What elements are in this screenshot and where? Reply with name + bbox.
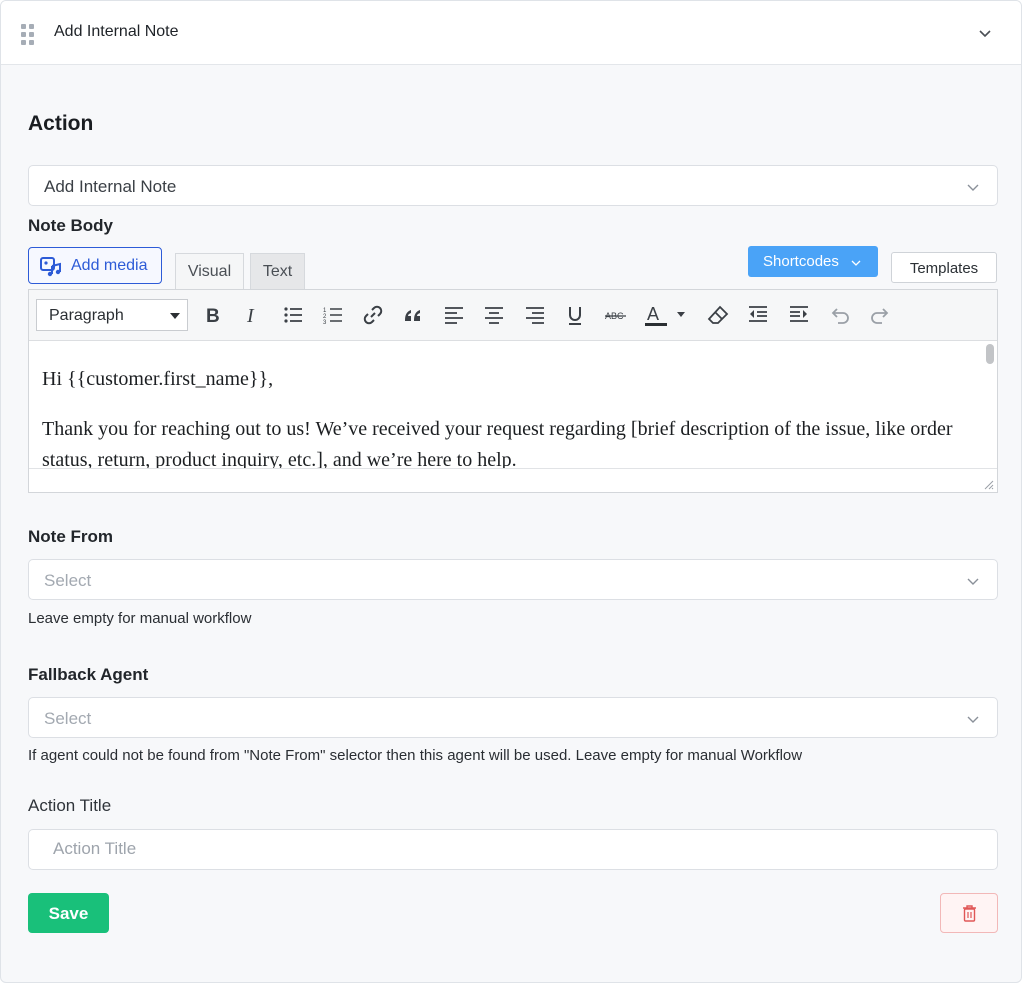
bullet-list-icon[interactable] (282, 304, 304, 326)
drag-handle-icon[interactable] (21, 24, 37, 45)
note-from-label: Note From (28, 527, 113, 546)
shortcodes-label: Shortcodes (763, 253, 839, 270)
chevron-down-icon (966, 180, 980, 194)
align-left-icon[interactable] (443, 304, 465, 326)
shortcodes-button[interactable]: Shortcodes (748, 246, 878, 277)
media-icon (40, 257, 62, 277)
numbered-list-icon[interactable]: 123 (322, 304, 344, 326)
link-icon[interactable] (362, 304, 384, 326)
clear-formatting-icon[interactable] (707, 304, 729, 326)
editor-status-bar (29, 468, 997, 492)
tab-visual[interactable]: Visual (175, 253, 244, 289)
italic-icon[interactable]: I (242, 304, 264, 327)
text-color-icon[interactable]: A (645, 304, 685, 326)
action-select[interactable]: Add Internal Note (28, 165, 998, 206)
svg-text:I: I (246, 305, 255, 326)
editor-paragraph: Hi {{customer.first_name}}, (42, 368, 274, 390)
action-title-field[interactable] (28, 829, 998, 870)
strikethrough-icon[interactable]: ABC (605, 304, 627, 326)
resize-handle-icon[interactable] (982, 477, 994, 490)
chevron-down-icon (966, 574, 980, 588)
add-media-button[interactable]: Add media (28, 247, 162, 284)
editor-content[interactable]: Hi {{customer.first_name}}, Thank you fo… (29, 342, 981, 468)
underline-icon[interactable] (564, 304, 586, 326)
undo-icon[interactable] (829, 304, 851, 326)
indent-icon[interactable] (788, 304, 810, 326)
panel-title: Add Internal Note (54, 23, 179, 40)
format-select-value: Paragraph (49, 307, 124, 324)
rich-text-editor: Paragraph B I 123 ABC A Hi {{customer.fi… (28, 289, 998, 493)
format-select[interactable]: Paragraph (36, 299, 188, 331)
align-center-icon[interactable] (483, 304, 505, 326)
svg-text:B: B (206, 306, 220, 326)
bold-icon[interactable]: B (202, 304, 224, 327)
note-from-placeholder: Select (44, 571, 92, 590)
editor-paragraph: Thank you for reaching out to us! We’ve … (42, 418, 953, 468)
caret-down-icon (170, 313, 180, 319)
outdent-icon[interactable] (747, 304, 769, 326)
save-button[interactable]: Save (28, 893, 109, 933)
action-select-value: Add Internal Note (44, 177, 177, 196)
note-from-select[interactable]: Select (28, 559, 998, 600)
panel-header[interactable]: Add Internal Note (1, 1, 1021, 65)
trash-icon (962, 905, 977, 922)
delete-button[interactable] (940, 893, 998, 933)
action-title-input[interactable] (53, 839, 953, 859)
add-media-label: Add media (71, 257, 148, 274)
blockquote-icon[interactable] (402, 304, 424, 326)
fallback-agent-help: If agent could not be found from "Note F… (28, 747, 803, 764)
redo-icon[interactable] (869, 304, 891, 326)
fallback-agent-select[interactable]: Select (28, 697, 998, 738)
add-internal-note-panel: Add Internal Note Action Add Internal No… (0, 0, 1022, 983)
svg-text:A: A (647, 304, 659, 324)
fallback-agent-label: Fallback Agent (28, 665, 149, 684)
templates-button[interactable]: Templates (891, 252, 997, 283)
svg-text:3: 3 (323, 320, 327, 326)
editor-scrollbar[interactable] (986, 344, 994, 364)
note-from-help: Leave empty for manual workflow (28, 610, 252, 627)
action-title-label: Action Title (28, 796, 112, 815)
chevron-down-icon (850, 256, 862, 268)
chevron-down-icon (966, 712, 980, 726)
note-body-label: Note Body (28, 216, 113, 235)
tab-text[interactable]: Text (250, 253, 305, 289)
align-right-icon[interactable] (524, 304, 546, 326)
fallback-agent-placeholder: Select (44, 709, 92, 728)
editor-toolbar: Paragraph B I 123 ABC A (29, 290, 997, 341)
section-title: Action (28, 112, 94, 135)
chevron-down-icon[interactable] (977, 25, 993, 41)
